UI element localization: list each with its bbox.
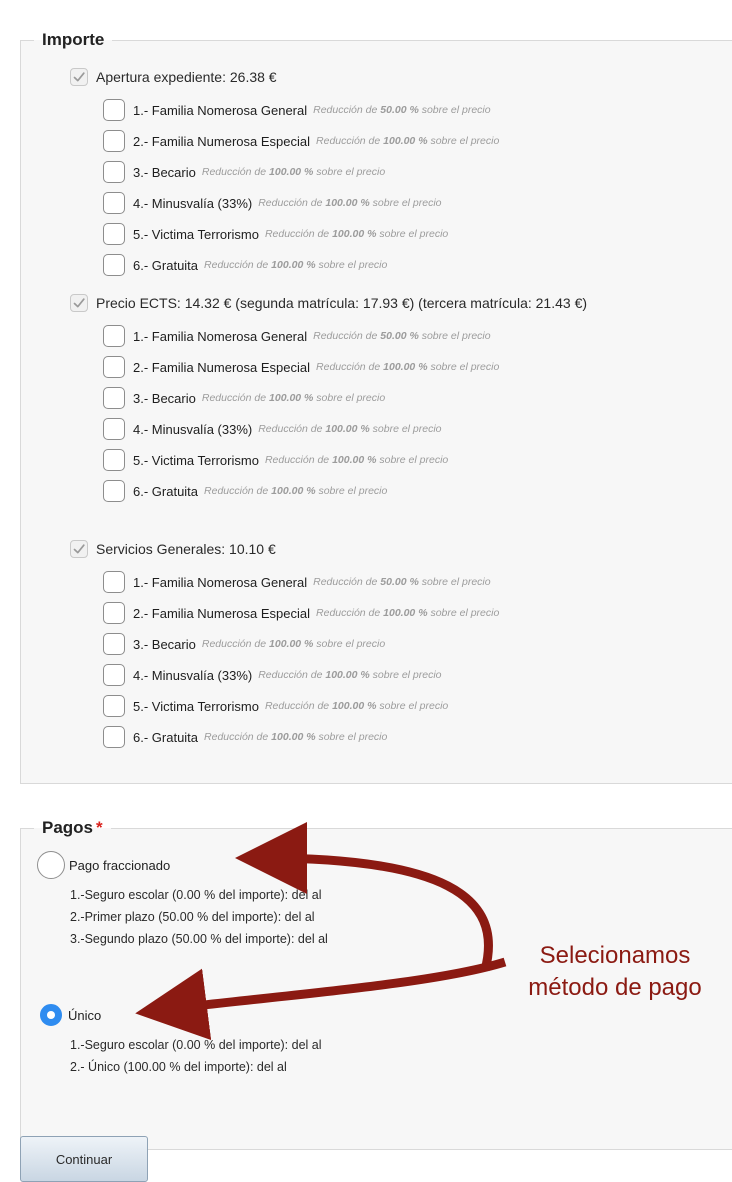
arrow-to-unico bbox=[135, 957, 507, 1041]
annotation-line-2: método de pago bbox=[528, 974, 702, 1001]
annotation-text: Selecionamos método de pago bbox=[495, 940, 732, 1004]
annotation-line-1: Selecionamos bbox=[539, 942, 691, 969]
continue-button[interactable]: Continuar bbox=[20, 1136, 148, 1182]
arrow-to-pago-fraccionado bbox=[235, 822, 493, 972]
